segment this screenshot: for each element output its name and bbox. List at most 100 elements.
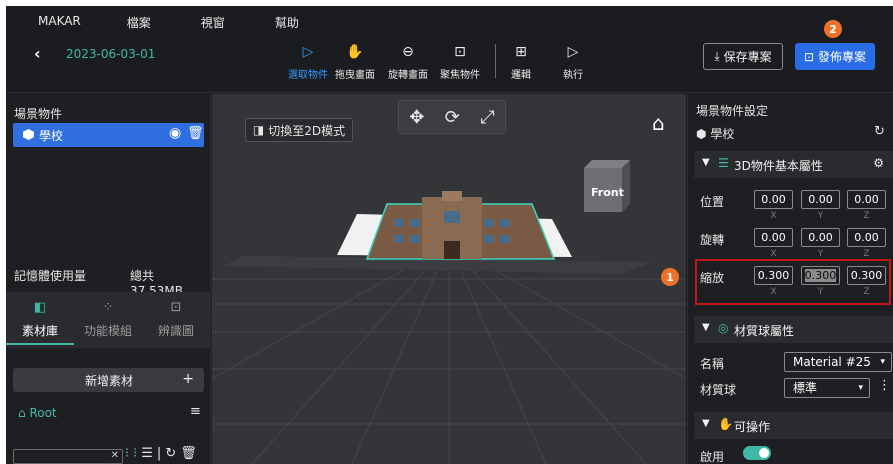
active-tab-underline	[6, 343, 74, 345]
tab-asset-library-label: 素材庫	[21, 324, 58, 338]
scene-objects-title: 場景物件	[14, 107, 63, 121]
section-interactable-label: 可操作	[734, 420, 771, 434]
selected-object: ⬢ 學校	[696, 125, 734, 142]
position-y-input[interactable]: 0.00	[801, 190, 840, 209]
tool-logic[interactable]: ⊞ 邏輯	[495, 44, 547, 81]
tool-run[interactable]: ▷ 執行	[547, 44, 599, 81]
menu-window[interactable]: 視窗	[201, 14, 225, 32]
save-project-button[interactable]: ⤓ 保存專案	[703, 43, 783, 70]
rotation-y-input[interactable]: 0.00	[801, 228, 840, 247]
rotate-icon[interactable]: ⟳	[445, 107, 460, 128]
list-menu-icon[interactable]: ≡	[190, 404, 201, 419]
trash-icon[interactable]: 🗑	[187, 126, 204, 141]
top-bar: MAKAR 檔案 視窗 幫助 ‹ 2023-06-03-01 ▷ 選取物件 ✋ …	[6, 6, 893, 93]
material-select[interactable]: 標準 ▾	[784, 378, 870, 398]
left-panel: 場景物件 學校 ◉ 🗑 記憶體使用量 總共 37.53MB ◧ 素材庫 ⁘ 功能…	[6, 94, 211, 464]
material-name-label: 名稱	[700, 357, 725, 371]
trash-icon[interactable]: 🗑	[180, 446, 201, 461]
switch-icon: ◨	[252, 123, 265, 137]
menu-help[interactable]: 幫助	[275, 14, 299, 32]
tool-select[interactable]: ▷ 選取物件	[282, 44, 334, 81]
material-value: 標準	[793, 381, 818, 395]
list-view-icon[interactable]: ☰	[141, 446, 157, 461]
section-material-label: 材質球屬性	[734, 324, 795, 338]
tab-markers[interactable]: ⊡ 辨識圖	[142, 300, 210, 339]
more-options-icon[interactable]: ⋮	[878, 378, 891, 393]
axis-z: Z	[863, 287, 870, 297]
search-input[interactable]: ✕	[13, 449, 123, 464]
modules-icon: ⁘	[102, 300, 114, 315]
section-material[interactable]: ▼ ◎ 材質球屬性	[694, 316, 893, 343]
enable-toggle[interactable]	[743, 446, 771, 460]
play-icon: ▷	[567, 44, 579, 60]
home-view-icon[interactable]: ⌂	[652, 111, 665, 135]
plus-icon: +	[182, 371, 194, 387]
material-name-value: Material #25	[793, 355, 871, 369]
add-asset-label: 新增素材	[85, 374, 134, 388]
material-name-select[interactable]: Material #25 ▾	[784, 352, 892, 372]
tool-rotate-label: 旋轉畫面	[388, 70, 428, 81]
selected-object-name: 學校	[710, 127, 735, 141]
axis-x: X	[770, 249, 777, 259]
menu-makar[interactable]: MAKAR	[38, 14, 81, 32]
home-icon: ⌂	[18, 406, 26, 420]
logic-icon: ⊞	[515, 44, 527, 60]
tab-modules[interactable]: ⁘ 功能模組	[74, 300, 142, 339]
publish-project-button[interactable]: ⊡ 發佈專案	[795, 43, 875, 70]
tab-modules-label: 功能模組	[83, 324, 132, 338]
add-asset-button[interactable]: 新增素材 +	[13, 368, 204, 392]
scale-label: 縮放	[700, 271, 725, 285]
tool-run-label: 執行	[563, 70, 583, 81]
scene-item-school[interactable]: 學校 ◉ 🗑	[13, 123, 204, 147]
refresh-icon[interactable]: ↻	[874, 124, 885, 139]
axis-x: X	[770, 287, 777, 297]
tool-drag[interactable]: ✋ 拖曳畫面	[329, 44, 381, 81]
tab-asset-library[interactable]: ◧ 素材庫	[6, 300, 74, 339]
back-chevron-left-icon[interactable]: ‹	[34, 44, 41, 63]
tool-logic-label: 邏輯	[511, 70, 531, 81]
switch-2d-button[interactable]: ◨ 切換至2D模式	[245, 118, 353, 142]
menu-file[interactable]: 檔案	[127, 14, 151, 32]
axis-z: Z	[863, 211, 870, 221]
tool-rotate[interactable]: ⊖ 旋轉畫面	[382, 44, 434, 81]
section-3d-properties[interactable]: ▼ ☰ 3D物件基本屬性 ⚙	[694, 151, 893, 178]
scale-y-input[interactable]: 0.300	[801, 266, 840, 285]
library-icon: ◧	[33, 300, 47, 315]
cube-icon: ⬢	[696, 127, 707, 141]
right-panel: 場景物件設定 ⬢ 學校 ↻ ▼ ☰ 3D物件基本屬性 ⚙ 位置 0.00 0.0…	[661, 94, 893, 464]
chevron-down-icon: ▼	[702, 418, 710, 429]
3d-object-icon[interactable]: ⚙	[873, 156, 884, 170]
publish-project-label: 發佈專案	[818, 50, 867, 64]
scale-z-input[interactable]: 0.300	[847, 266, 886, 285]
rotation-label: 旋轉	[700, 233, 725, 247]
scale-x-input[interactable]: 0.300	[754, 266, 793, 285]
save-project-label: 保存專案	[723, 50, 772, 64]
grid-view-icon[interactable]: ⁝⁝	[125, 446, 141, 461]
section-3d-label: 3D物件基本屬性	[734, 159, 823, 173]
app-window: MAKAR 檔案 視窗 幫助 ‹ 2023-06-03-01 ▷ 選取物件 ✋ …	[6, 6, 893, 464]
axis-x: X	[770, 211, 777, 221]
tool-focus[interactable]: ⊡ 聚焦物件	[434, 44, 486, 81]
position-x-input[interactable]: 0.00	[754, 190, 793, 209]
hand-icon: ✋	[346, 44, 364, 60]
section-interactable[interactable]: ▼ ✋ 可操作	[694, 412, 893, 439]
move-icon[interactable]: ✥	[409, 107, 424, 128]
axis-y: Y	[817, 249, 824, 259]
tool-select-label: 選取物件	[288, 70, 328, 81]
root-folder[interactable]: ⌂ Root	[18, 406, 57, 420]
eye-icon[interactable]: ◉	[169, 125, 181, 141]
position-z-input[interactable]: 0.00	[847, 190, 886, 209]
cursor-icon: ▷	[302, 44, 314, 60]
clear-icon[interactable]: ✕	[111, 450, 119, 461]
chevron-down-icon: ▾	[858, 383, 863, 393]
scene-item-label: 學校	[39, 129, 64, 143]
rotate-icon: ⊖	[402, 44, 414, 60]
scale-icon[interactable]: ⤢	[480, 107, 494, 128]
rotation-x-input[interactable]: 0.00	[754, 228, 793, 247]
view-cube-label: Front	[591, 186, 624, 199]
refresh-icon[interactable]: ↻	[165, 446, 180, 461]
publish-icon: ⊡	[803, 49, 815, 64]
rotation-z-input[interactable]: 0.00	[847, 228, 886, 247]
scene-viewport[interactable]: ◨ 切換至2D模式 ✥ ⟳ ⤢ ⌂ Front	[212, 94, 686, 464]
scale-y-selected-text: 0.300	[804, 269, 837, 282]
